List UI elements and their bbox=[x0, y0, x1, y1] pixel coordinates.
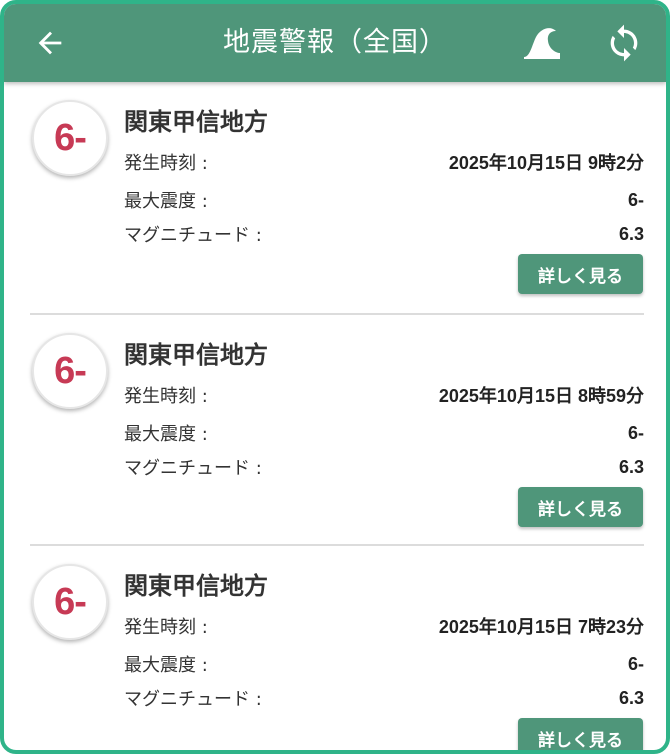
time-value: 2025年10月15日 8時59分 bbox=[438, 386, 644, 406]
earthquake-card: 6- 関東甲信地方 発生時刻 : 2025年10月15日 9時2分 最大震度 :… bbox=[4, 82, 666, 313]
earthquake-list[interactable]: 6- 関東甲信地方 発生時刻 : 2025年10月15日 9時2分 最大震度 :… bbox=[4, 82, 666, 750]
time-value: 2025年10月15日 7時23分 bbox=[438, 617, 644, 637]
app-frame: 地震警報（全国） 6- 関東甲信地方 発生時刻 : 2025年10月15日 9時… bbox=[0, 0, 670, 754]
refresh-button[interactable] bbox=[594, 4, 654, 82]
max-intensity-value: 6- bbox=[627, 189, 644, 210]
magnitude-label: マグニチュード : bbox=[124, 225, 262, 246]
magnitude-row: マグニチュード : 6.3 bbox=[124, 453, 644, 481]
magnitude-row: マグニチュード : 6.3 bbox=[124, 684, 644, 712]
magnitude-value: 6.3 bbox=[618, 223, 644, 244]
tsunami-button[interactable] bbox=[512, 4, 572, 82]
intensity-badge: 6- bbox=[32, 100, 108, 176]
details-button[interactable]: 詳しく見る bbox=[518, 254, 643, 294]
intensity-badge-text: 6- bbox=[54, 116, 87, 159]
max-intensity-row: 最大震度 : 6- bbox=[124, 186, 644, 214]
earthquake-card: 6- 関東甲信地方 発生時刻 : 2025年10月15日 7時23分 最大震度 … bbox=[30, 544, 644, 750]
magnitude-label: マグニチュード : bbox=[124, 689, 262, 710]
magnitude-value: 6.3 bbox=[618, 456, 644, 477]
details-button[interactable]: 詳しく見る bbox=[518, 718, 643, 750]
time-label: 発生時刻 : bbox=[124, 386, 208, 407]
magnitude-value: 6.3 bbox=[618, 687, 644, 708]
time-label: 発生時刻 : bbox=[124, 617, 208, 638]
max-intensity-label: 最大震度 : bbox=[124, 191, 208, 212]
max-intensity-value: 6- bbox=[627, 653, 644, 674]
time-row: 発生時刻 : 2025年10月15日 8時59分 bbox=[124, 381, 644, 409]
max-intensity-label: 最大震度 : bbox=[124, 424, 208, 445]
intensity-badge-text: 6- bbox=[54, 580, 87, 623]
refresh-icon bbox=[610, 24, 638, 62]
max-intensity-row: 最大震度 : 6- bbox=[124, 650, 644, 678]
magnitude-label: マグニチュード : bbox=[124, 458, 262, 479]
details-button[interactable]: 詳しく見る bbox=[518, 487, 643, 527]
time-row: 発生時刻 : 2025年10月15日 7時23分 bbox=[124, 612, 644, 640]
app-bar: 地震警報（全国） bbox=[4, 4, 666, 82]
intensity-badge: 6- bbox=[32, 564, 108, 640]
wave-icon bbox=[524, 28, 560, 59]
intensity-badge-text: 6- bbox=[54, 349, 87, 392]
region-name: 関東甲信地方 bbox=[124, 572, 268, 600]
region-name: 関東甲信地方 bbox=[124, 341, 268, 369]
max-intensity-label: 最大震度 : bbox=[124, 655, 208, 676]
region-name: 関東甲信地方 bbox=[124, 108, 268, 136]
max-intensity-row: 最大震度 : 6- bbox=[124, 419, 644, 447]
time-value: 2025年10月15日 9時2分 bbox=[448, 153, 644, 173]
time-label: 発生時刻 : bbox=[124, 153, 208, 174]
magnitude-row: マグニチュード : 6.3 bbox=[124, 220, 644, 248]
max-intensity-value: 6- bbox=[627, 422, 644, 443]
earthquake-card: 6- 関東甲信地方 発生時刻 : 2025年10月15日 8時59分 最大震度 … bbox=[30, 313, 644, 544]
time-row: 発生時刻 : 2025年10月15日 9時2分 bbox=[124, 148, 644, 176]
intensity-badge: 6- bbox=[32, 333, 108, 409]
